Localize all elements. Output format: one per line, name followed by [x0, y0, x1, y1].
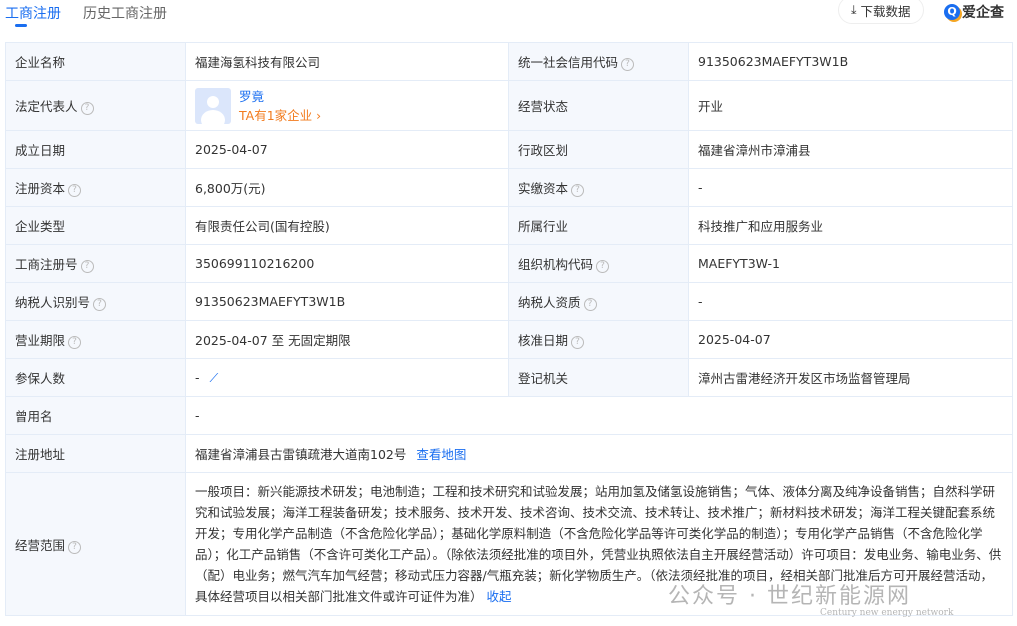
approval-date: 2025-04-07 — [689, 321, 1013, 359]
label: 行政区划 — [509, 131, 689, 169]
label: 曾用名 — [6, 397, 186, 435]
found-date: 2025-04-07 — [186, 131, 509, 169]
help-icon[interactable]: ? — [68, 184, 81, 197]
label: 统一社会信用代码? — [509, 43, 689, 81]
label: 企业类型 — [6, 207, 186, 245]
label: 登记机关 — [509, 359, 689, 397]
label: 工商注册号? — [6, 245, 186, 283]
help-icon[interactable]: ? — [596, 260, 609, 273]
label: 经营状态 — [509, 81, 689, 131]
label: 营业期限? — [6, 321, 186, 359]
label: 组织机构代码? — [509, 245, 689, 283]
help-icon[interactable]: ? — [571, 336, 584, 349]
company-type: 有限责任公司(国有控股) — [186, 207, 509, 245]
label: 所属行业 — [509, 207, 689, 245]
tab-history-registration[interactable]: 历史工商注册 — [83, 0, 167, 30]
label: 成立日期 — [6, 131, 186, 169]
reg-no: 350699110216200 — [186, 245, 509, 283]
avatar — [195, 88, 231, 124]
trend-chart-icon[interactable]: ⟋ — [210, 370, 219, 385]
taxpayer-qual: - — [689, 283, 1013, 321]
collapse-link[interactable]: 收起 — [487, 589, 512, 604]
help-icon[interactable]: ? — [81, 260, 94, 273]
watermark-sub: Century new energy network — [820, 608, 953, 618]
label: 参保人数 — [6, 359, 186, 397]
legal-rep: 罗竟 TA有1家企业 › — [186, 81, 509, 131]
label: 注册资本? — [6, 169, 186, 207]
label: 企业名称 — [6, 43, 186, 81]
company-name: 福建海氢科技有限公司 — [186, 43, 509, 81]
former-name: - — [186, 397, 1013, 435]
label: 法定代表人? — [6, 81, 186, 131]
tabs: 工商注册 历史工商注册 — [5, 0, 167, 30]
help-icon[interactable]: ? — [93, 298, 106, 311]
region: 福建省漳州市漳浦县 — [689, 131, 1013, 169]
logo: Q爱企查 — [944, 2, 1004, 22]
paid-capital: - — [689, 169, 1013, 207]
help-icon[interactable]: ? — [571, 184, 584, 197]
help-icon[interactable]: ? — [68, 336, 81, 349]
industry: 科技推广和应用服务业 — [689, 207, 1013, 245]
help-icon[interactable]: ? — [584, 298, 597, 311]
insured: -⟋ — [186, 359, 509, 397]
legal-rep-companies-link[interactable]: TA有1家企业 › — [239, 108, 321, 123]
help-icon[interactable]: ? — [81, 102, 94, 115]
download-icon: ⤓ — [851, 2, 857, 18]
info-table: 企业名称福建海氢科技有限公司 统一社会信用代码?91350623MAEFYT3W… — [5, 42, 1013, 616]
label: 实缴资本? — [509, 169, 689, 207]
address: 福建省漳浦县古雷镇疏港大道南102号查看地图 — [186, 435, 1013, 473]
org-code: MAEFYT3W-1 — [689, 245, 1013, 283]
status: 开业 — [689, 81, 1013, 131]
label: 核准日期? — [509, 321, 689, 359]
help-icon[interactable]: ? — [621, 58, 634, 71]
help-icon[interactable]: ? — [68, 541, 81, 554]
authority: 漳州古雷港经济开发区市场监督管理局 — [689, 359, 1013, 397]
label: 注册地址 — [6, 435, 186, 473]
reg-capital: 6,800万(元) — [186, 169, 509, 207]
taxpayer-id: 91350623MAEFYT3W1B — [186, 283, 509, 321]
label: 经营范围? — [6, 473, 186, 616]
download-button[interactable]: ⤓下载数据 — [838, 0, 924, 24]
credit-code: 91350623MAEFYT3W1B — [689, 43, 1013, 81]
term: 2025-04-07 至 无固定期限 — [186, 321, 509, 359]
label: 纳税人识别号? — [6, 283, 186, 321]
label: 纳税人资质? — [509, 283, 689, 321]
view-map-link[interactable]: 查看地图 — [416, 447, 466, 462]
tab-business-registration[interactable]: 工商注册 — [5, 0, 61, 30]
legal-rep-name[interactable]: 罗竟 — [239, 89, 264, 104]
watermark: 公众号 · 世纪新能源网 — [668, 578, 911, 610]
logo-icon: Q — [944, 4, 960, 20]
